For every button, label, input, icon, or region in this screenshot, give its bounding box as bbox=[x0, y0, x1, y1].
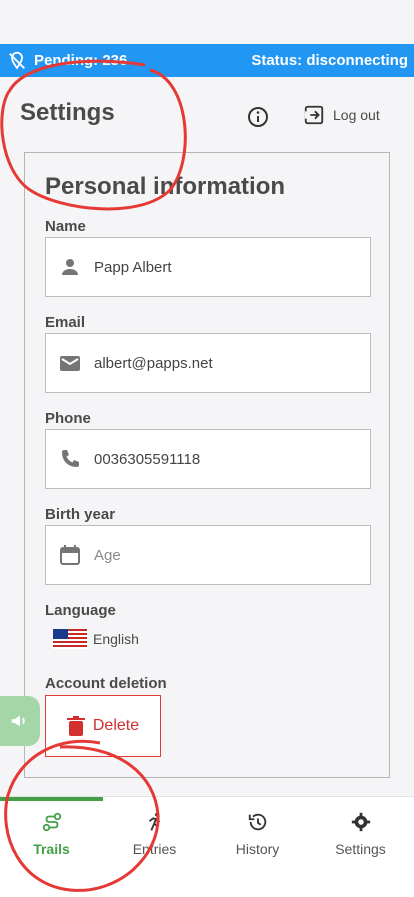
email-field[interactable] bbox=[45, 333, 371, 393]
phone-label: Phone bbox=[45, 410, 91, 427]
trash-icon bbox=[66, 716, 85, 736]
nav-item-settings[interactable]: Settings bbox=[309, 811, 412, 857]
location-off-icon bbox=[9, 51, 25, 69]
info-icon[interactable] bbox=[246, 105, 270, 129]
megaphone-icon bbox=[11, 715, 25, 727]
email-label: Email bbox=[45, 314, 86, 331]
section-title: Personal information bbox=[45, 173, 286, 200]
bottom-nav: Trails Entries History Settings bbox=[0, 796, 414, 897]
feedback-tab[interactable] bbox=[0, 696, 40, 746]
status-bar: Pending: 236 Status: disconnecting bbox=[0, 44, 414, 77]
delete-label: Delete bbox=[92, 717, 140, 734]
logout-label: Log out bbox=[333, 107, 380, 123]
nav-item-entries[interactable]: Entries bbox=[103, 811, 206, 857]
language-selector[interactable]: English bbox=[53, 629, 139, 649]
name-label: Name bbox=[45, 218, 86, 235]
header: Settings Log out bbox=[0, 77, 414, 153]
personal-info-card: Personal information Name Email Phone Bi… bbox=[24, 152, 390, 778]
history-icon bbox=[248, 813, 266, 831]
nav-item-trails[interactable]: Trails bbox=[0, 811, 103, 857]
pending-indicator: Pending: 236 bbox=[6, 50, 127, 72]
pending-text: Pending: 236 bbox=[34, 52, 128, 69]
us-flag-icon bbox=[53, 629, 87, 649]
page-title: Settings bbox=[20, 99, 115, 126]
phone-field[interactable] bbox=[45, 429, 371, 489]
logout-button[interactable]: Log out bbox=[303, 104, 380, 126]
nav-item-history[interactable]: History bbox=[206, 811, 309, 857]
calendar-icon bbox=[60, 545, 80, 565]
gear-icon bbox=[351, 812, 370, 832]
active-tab-indicator bbox=[0, 797, 103, 801]
logout-icon bbox=[304, 105, 324, 125]
language-value: English bbox=[93, 631, 139, 647]
nav-label-settings: Settings bbox=[335, 841, 386, 857]
connection-status-text: Status: disconnecting bbox=[251, 52, 408, 69]
nav-label-trails: Trails bbox=[33, 841, 70, 857]
name-input[interactable] bbox=[94, 258, 344, 276]
account-deletion-label: Account deletion bbox=[45, 675, 167, 692]
phone-input[interactable] bbox=[94, 450, 344, 468]
runner-icon bbox=[148, 812, 160, 831]
mail-icon bbox=[60, 356, 80, 371]
delete-account-button[interactable]: Delete bbox=[45, 695, 161, 757]
phone-icon bbox=[62, 450, 79, 467]
birth-year-input[interactable] bbox=[94, 546, 344, 564]
birth-year-field[interactable] bbox=[45, 525, 371, 585]
route-icon bbox=[42, 812, 61, 832]
person-icon bbox=[62, 259, 78, 275]
birth-year-label: Birth year bbox=[45, 506, 116, 523]
nav-label-history: History bbox=[235, 841, 280, 857]
language-label: Language bbox=[45, 602, 116, 619]
nav-label-entries: Entries bbox=[132, 841, 177, 857]
name-field[interactable] bbox=[45, 237, 371, 297]
email-input[interactable] bbox=[94, 354, 344, 372]
